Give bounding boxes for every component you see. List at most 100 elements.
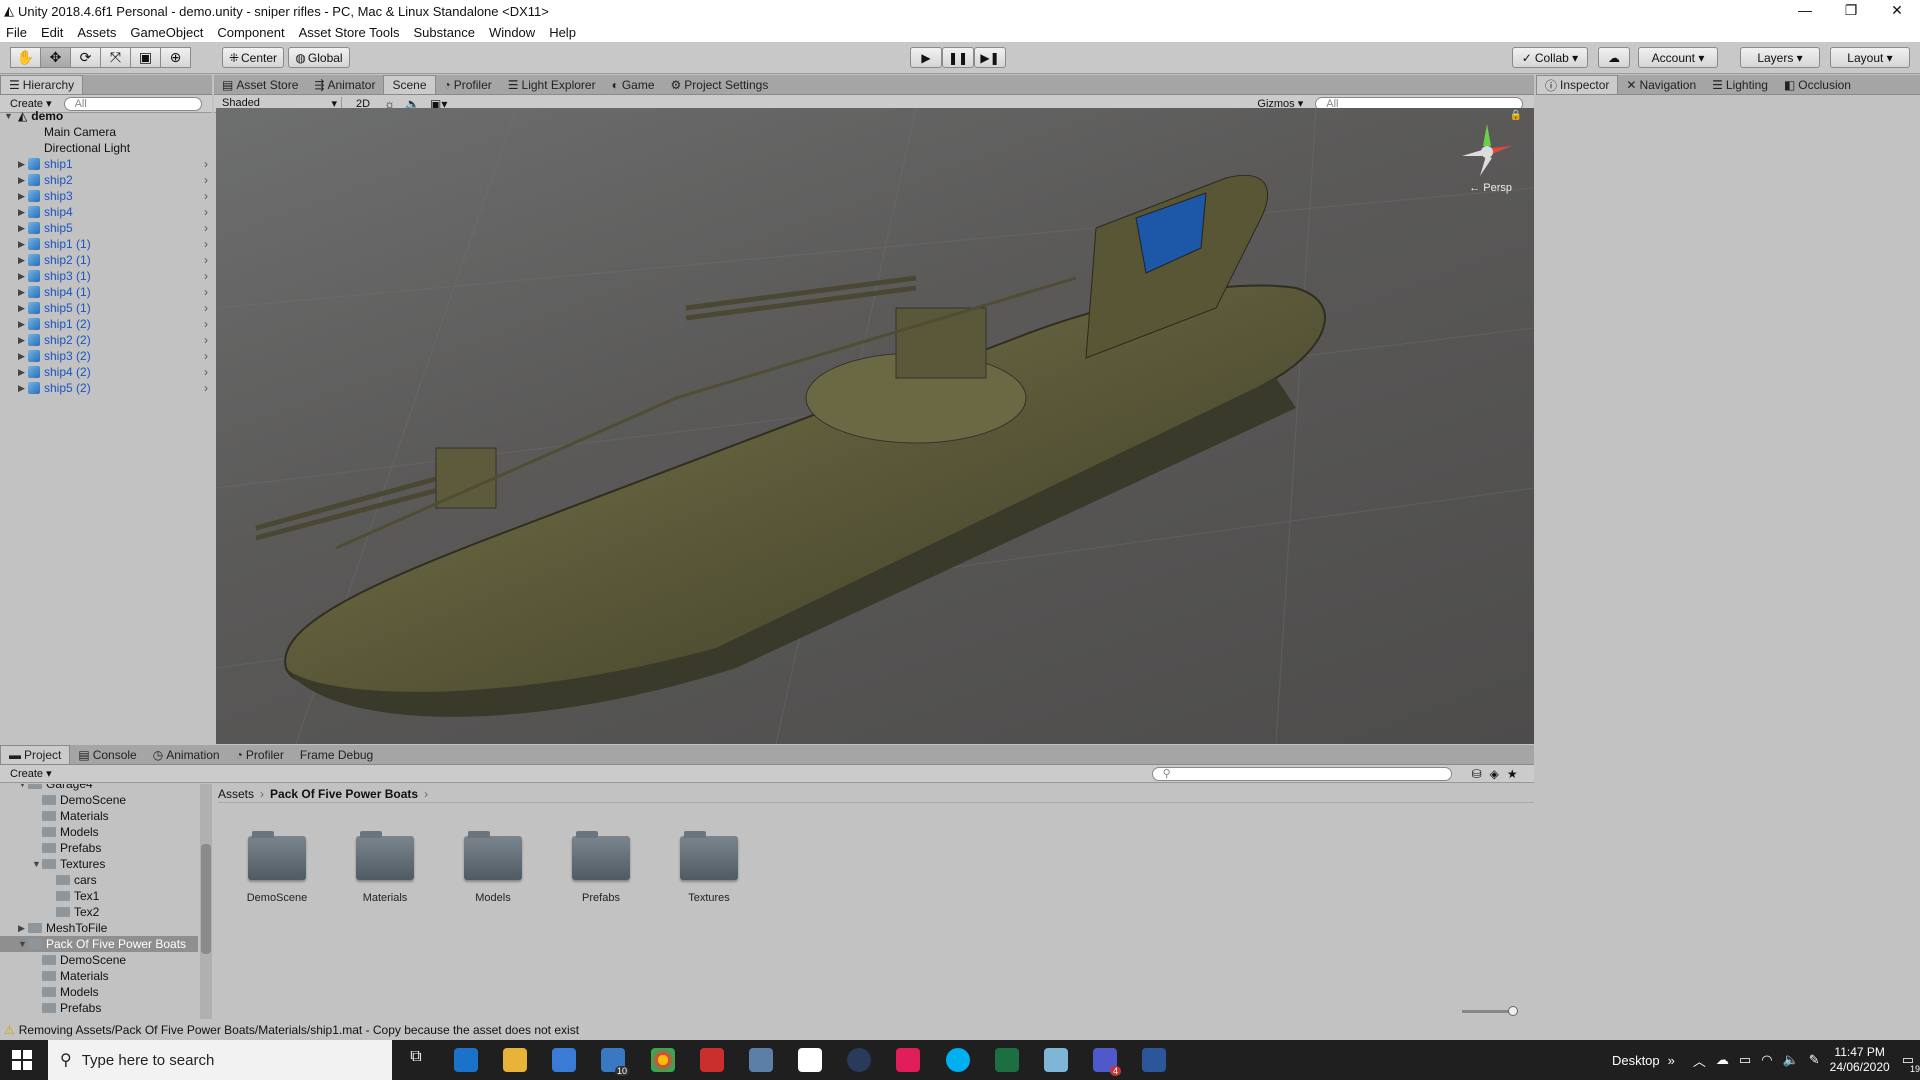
- store-icon[interactable]: [552, 1048, 576, 1072]
- folder-prefabs[interactable]: Prefabs: [556, 831, 646, 904]
- project-tree-item[interactable]: ▼ Pack Of Five Power Boats: [0, 936, 198, 952]
- account-button[interactable]: Account ▾: [1638, 47, 1718, 68]
- edge-icon[interactable]: [454, 1048, 478, 1072]
- tab-lighting[interactable]: ☰ Lighting: [1704, 75, 1776, 94]
- project-tree-item[interactable]: Tex2: [0, 904, 198, 920]
- cloud-button[interactable]: ☁: [1598, 47, 1630, 68]
- hierarchy-item[interactable]: Directional Light: [0, 140, 212, 156]
- transform-tool-icon[interactable]: ⊕: [160, 47, 191, 68]
- prefab-open-icon[interactable]: ›: [204, 237, 208, 251]
- tab-asset-store[interactable]: ▤ Asset Store: [214, 75, 306, 94]
- teams-icon[interactable]: 4: [1093, 1048, 1121, 1076]
- minimize-button[interactable]: —: [1782, 0, 1828, 22]
- menu-help[interactable]: Help: [549, 25, 576, 40]
- pause-button[interactable]: ❚❚: [942, 47, 974, 68]
- expand-arrow-icon[interactable]: ▶: [18, 239, 28, 250]
- tab-animation[interactable]: ◷ Animation: [145, 745, 228, 764]
- menu-component[interactable]: Component: [217, 25, 284, 40]
- hierarchy-item[interactable]: ▶ ship4 ›: [0, 204, 212, 220]
- hierarchy-item[interactable]: ▶ ship1 (2) ›: [0, 316, 212, 332]
- battery-icon[interactable]: ▭: [1739, 1052, 1751, 1068]
- project-create-button[interactable]: Create ▾: [10, 767, 52, 780]
- project-tree-item[interactable]: cars: [0, 872, 198, 888]
- play-button[interactable]: ▶: [910, 47, 942, 68]
- unity-icon[interactable]: [798, 1048, 822, 1072]
- tab-project[interactable]: ▬ Project: [0, 745, 71, 764]
- restore-button[interactable]: ❐: [1828, 0, 1874, 22]
- collab-button[interactable]: ✓ Collab ▾: [1512, 47, 1588, 68]
- expand-arrow-icon[interactable]: ▶: [18, 207, 28, 218]
- lock-icon[interactable]: 🔒: [1510, 110, 1522, 121]
- hierarchy-item[interactable]: ▶ ship1 (1) ›: [0, 236, 212, 252]
- hierarchy-item[interactable]: ▶ ship3 (1) ›: [0, 268, 212, 284]
- folder-materials[interactable]: Materials: [340, 831, 430, 904]
- menu-assets[interactable]: Assets: [77, 25, 116, 40]
- rotate-tool-icon[interactable]: ⟳: [70, 47, 101, 68]
- file-explorer-icon[interactable]: [503, 1048, 527, 1072]
- project-tree-item[interactable]: ▶ MeshToFile: [0, 920, 198, 936]
- tab-profiler[interactable]: ◔ Profiler: [436, 75, 500, 94]
- prefab-open-icon[interactable]: ›: [204, 173, 208, 187]
- close-button[interactable]: ✕: [1874, 0, 1920, 22]
- prefab-open-icon[interactable]: ›: [204, 381, 208, 395]
- chrome-icon[interactable]: [651, 1048, 675, 1072]
- tab-game[interactable]: ◐ Game: [604, 75, 663, 94]
- tab-console[interactable]: ▤ Console: [70, 745, 144, 764]
- wifi-icon[interactable]: ◠: [1761, 1052, 1772, 1068]
- hierarchy-item[interactable]: ▶ ship5 (1) ›: [0, 300, 212, 316]
- tree-arrow-icon[interactable]: ▼: [32, 859, 42, 869]
- layout-button[interactable]: Layout ▾: [1830, 47, 1910, 68]
- project-tree-item[interactable]: Materials: [0, 808, 198, 824]
- chevron-icon[interactable]: »: [1668, 1053, 1675, 1068]
- word-icon[interactable]: [1142, 1048, 1166, 1072]
- tab-inspector[interactable]: ⓘ Inspector: [1536, 75, 1619, 94]
- hand-tool-icon[interactable]: ✋: [10, 47, 41, 68]
- folder-demoscene[interactable]: DemoScene: [232, 831, 322, 904]
- rect-tool-icon[interactable]: ▣: [130, 47, 161, 68]
- notepad-icon[interactable]: [1044, 1048, 1068, 1072]
- scene-gizmo[interactable]: [1452, 116, 1522, 186]
- menu-file[interactable]: File: [6, 25, 27, 40]
- favorite-star-icon[interactable]: ★: [1507, 767, 1518, 781]
- prefab-open-icon[interactable]: ›: [204, 365, 208, 379]
- zoom-slider[interactable]: [1462, 1006, 1518, 1016]
- persp-label[interactable]: ← Persp: [1469, 182, 1512, 194]
- menu-substance[interactable]: Substance: [414, 25, 475, 40]
- cinema4d-icon[interactable]: [847, 1048, 871, 1072]
- project-tree-item[interactable]: DemoScene: [0, 792, 198, 808]
- substance-icon[interactable]: [700, 1048, 724, 1072]
- mail-icon[interactable]: 10: [601, 1048, 629, 1076]
- tab-occlusion[interactable]: ◧ Occlusion: [1776, 75, 1859, 94]
- tab-hierarchy[interactable]: ☰ Hierarchy: [0, 75, 84, 94]
- hierarchy-item[interactable]: Main Camera: [0, 124, 212, 140]
- project-tree-item[interactable]: Tex1: [0, 888, 198, 904]
- hierarchy-item[interactable]: ▶ ship4 (1) ›: [0, 284, 212, 300]
- app-icon[interactable]: [749, 1048, 773, 1072]
- prefab-open-icon[interactable]: ›: [204, 349, 208, 363]
- expand-arrow-icon[interactable]: ▶: [18, 255, 28, 266]
- expand-arrow-icon[interactable]: ▶: [18, 303, 28, 314]
- scrollbar-thumb[interactable]: [201, 844, 211, 954]
- expand-arrow-icon[interactable]: ▶: [18, 351, 28, 362]
- onedrive-icon[interactable]: ☁: [1716, 1052, 1729, 1068]
- status-bar[interactable]: ⚠ Removing Assets/Pack Of Five Power Boa…: [0, 1020, 1920, 1040]
- scale-tool-icon[interactable]: ⤧: [100, 47, 131, 68]
- expand-arrow-icon[interactable]: ▶: [18, 271, 28, 282]
- hierarchy-item[interactable]: ▶ ship4 (2) ›: [0, 364, 212, 380]
- volume-icon[interactable]: 🔈: [1783, 1052, 1799, 1068]
- prefab-open-icon[interactable]: ›: [204, 253, 208, 267]
- slack-icon[interactable]: [896, 1048, 920, 1072]
- prefab-open-icon[interactable]: ›: [204, 269, 208, 283]
- expand-arrow-icon[interactable]: ▶: [18, 159, 28, 170]
- windows-start-icon[interactable]: [12, 1050, 32, 1070]
- expand-arrow-icon[interactable]: ▶: [18, 383, 28, 394]
- project-tree-item[interactable]: Models: [0, 824, 198, 840]
- expand-arrow-icon[interactable]: ▶: [18, 287, 28, 298]
- tab-light-explorer[interactable]: ☰ Light Explorer: [500, 75, 604, 94]
- notification-icon[interactable]: ▭ 19: [1902, 1052, 1920, 1074]
- scene-root-row[interactable]: ▼ ◭ demo: [0, 108, 212, 124]
- tray-up-icon[interactable]: ︿: [1693, 1051, 1706, 1070]
- task-view-icon[interactable]: ⧉: [404, 1048, 428, 1072]
- breadcrumb-assets[interactable]: Assets: [218, 787, 254, 801]
- tab-project-settings[interactable]: ⚙ Project Settings: [663, 75, 777, 94]
